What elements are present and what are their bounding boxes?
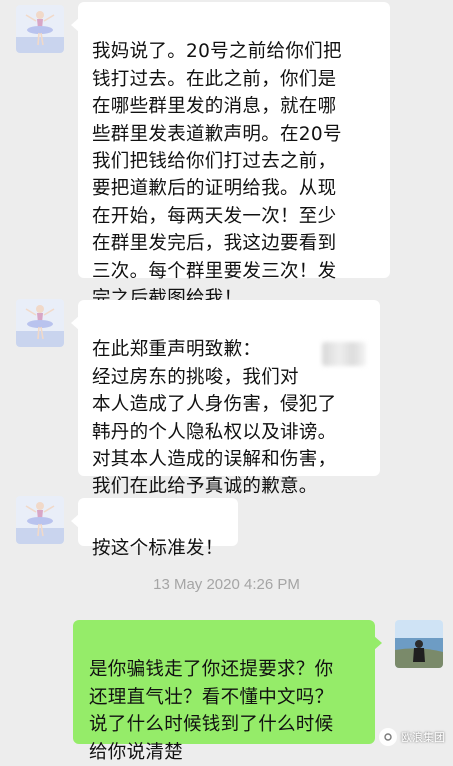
watermark: 欧浪集团 bbox=[379, 728, 445, 746]
ballerina-icon bbox=[16, 496, 64, 544]
timestamp: 13 May 2020 4:26 PM bbox=[153, 576, 300, 593]
message-bubble-4[interactable]: 是你骗钱走了你还提要求？你 还理直气壮？看不懂中文吗？ 说了什么时候钱到了什么时… bbox=[73, 620, 382, 763]
message-text: 在此郑重声明致歉： 经过房东的挑唆，我们对 本人造成了人身伤害，侵犯了 韩丹的个… bbox=[92, 339, 337, 498]
wechat-logo-icon bbox=[379, 728, 397, 746]
message-bubble-1[interactable]: 我妈说了。20号之前给你们把 钱打过去。在此之前，你们是 在哪些群里发的消息，就… bbox=[71, 2, 390, 309]
blurred-redaction bbox=[322, 342, 366, 366]
seaside-photo-icon bbox=[395, 620, 443, 668]
message-bubble-3[interactable]: 按这个标准发！ bbox=[71, 498, 238, 559]
watermark-text: 欧浪集团 bbox=[401, 731, 445, 744]
contact-avatar[interactable] bbox=[16, 5, 64, 53]
message-text: 我妈说了。20号之前给你们把 钱打过去。在此之前，你们是 在哪些群里发的消息，就… bbox=[92, 41, 342, 310]
contact-avatar[interactable] bbox=[16, 496, 64, 544]
ballerina-icon bbox=[16, 299, 64, 347]
message-bubble-2[interactable]: 在此郑重声明致歉： 经过房东的挑唆，我们对 本人造成了人身伤害，侵犯了 韩丹的个… bbox=[71, 300, 380, 497]
message-text: 按这个标准发！ bbox=[92, 538, 224, 560]
message-text: 是你骗钱走了你还提要求？你 还理直气壮？看不懂中文吗？ 说了什么时候钱到了什么时… bbox=[89, 659, 334, 763]
contact-avatar[interactable] bbox=[16, 299, 64, 347]
ballerina-icon bbox=[16, 5, 64, 53]
my-avatar[interactable] bbox=[395, 620, 443, 668]
